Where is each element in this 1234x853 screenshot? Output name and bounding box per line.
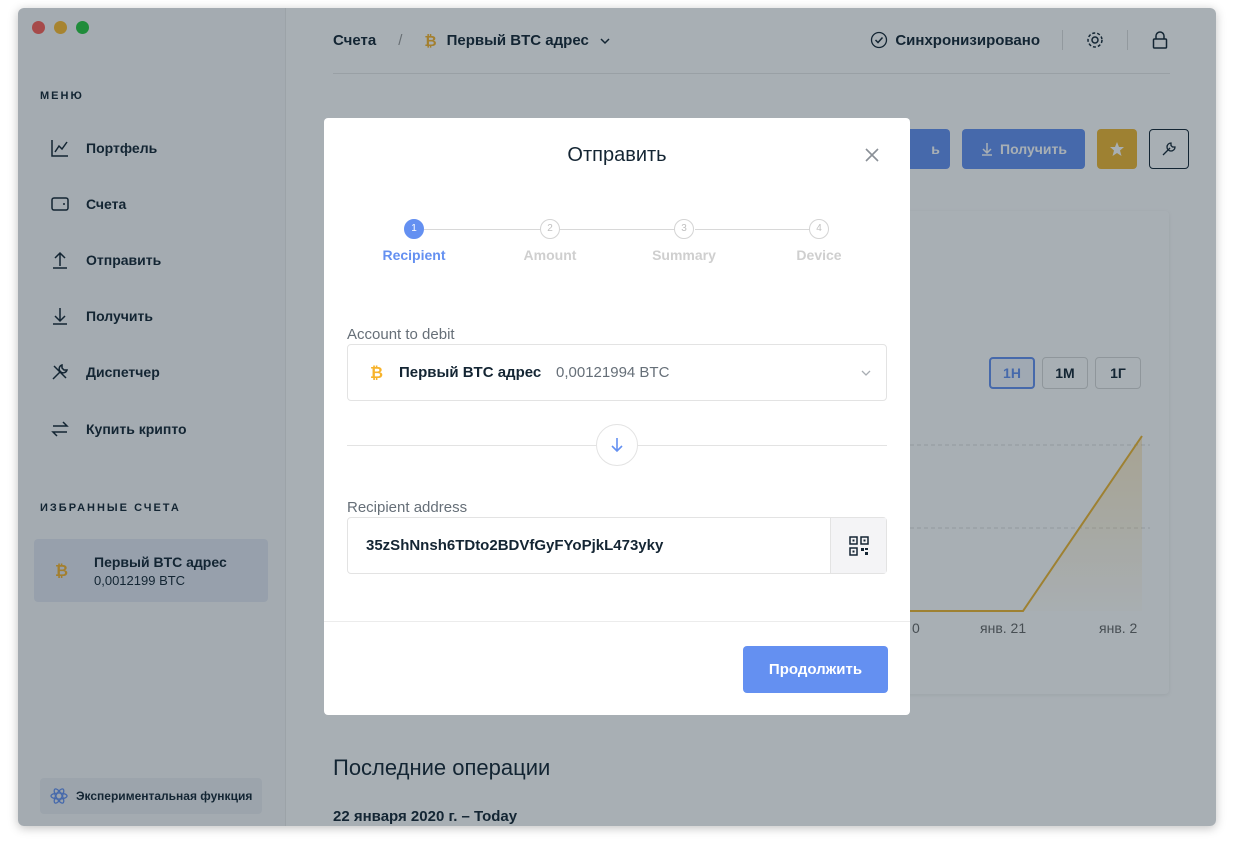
recipient-address-label: Recipient address — [347, 499, 468, 516]
chevron-down-icon — [861, 370, 871, 376]
direction-indicator — [596, 424, 638, 466]
qr-scan-button[interactable] — [830, 518, 886, 573]
arrow-down-icon — [611, 438, 623, 453]
send-modal: Отправить 1 Recipient 2 Amount 3 Summary… — [324, 118, 910, 715]
modal-title: Отправить — [567, 144, 667, 166]
stepper: 1 Recipient 2 Amount 3 Summary 4 Device — [324, 219, 910, 279]
continue-button[interactable]: Продолжить — [743, 646, 888, 693]
step-label: Device — [796, 247, 842, 263]
qr-code-icon — [848, 535, 869, 556]
step-device: 4 Device — [759, 219, 879, 263]
step-label: Recipient — [382, 247, 446, 263]
recipient-address-input[interactable]: 35zShNnsh6TDto2BDVfGyFYoPjkL473yky — [347, 517, 887, 574]
step-number: 4 — [809, 219, 829, 239]
account-to-debit-label: Account to debit — [347, 326, 455, 343]
selected-account-name: Первый BTC адрес — [399, 364, 542, 381]
close-icon[interactable] — [864, 147, 880, 163]
step-label: Summary — [652, 247, 716, 263]
recipient-address-value: 35zShNnsh6TDto2BDVfGyFYoPjkL473yky — [366, 537, 664, 554]
step-amount: 2 Amount — [490, 219, 610, 263]
step-number: 2 — [540, 219, 560, 239]
step-recipient: 1 Recipient — [354, 219, 474, 263]
modal-footer-divider — [324, 621, 910, 622]
account-select[interactable]: ₿ Первый BTC адрес 0,00121994 BTC — [347, 344, 887, 401]
app-window: МЕНЮ Портфель Счета Отправить Получить Д… — [18, 8, 1216, 826]
step-summary: 3 Summary — [624, 219, 744, 263]
step-number: 3 — [674, 219, 694, 239]
bitcoin-icon: ₿ — [370, 362, 384, 382]
step-number: 1 — [404, 219, 424, 239]
step-label: Amount — [523, 247, 577, 263]
selected-account-balance: 0,00121994 BTC — [556, 364, 670, 381]
